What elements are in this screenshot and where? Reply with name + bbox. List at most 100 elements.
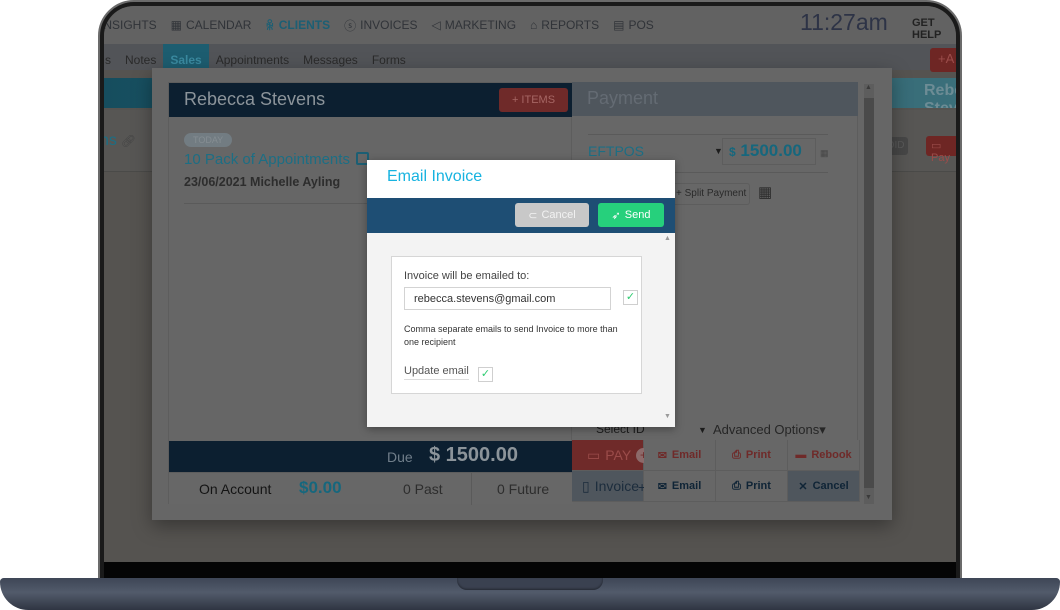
invoices-icon: ⓢ (344, 18, 357, 33)
send-label: Send (624, 209, 651, 221)
nav-label: CLIENTS (278, 18, 331, 32)
dropdown-caret-icon[interactable]: ▼ (698, 425, 707, 435)
nav-label: MARKETING (444, 18, 517, 32)
email-label: Email (671, 480, 702, 492)
pay-button[interactable]: ▭ PAY (572, 440, 644, 471)
future-count[interactable]: 0 Future (497, 481, 549, 497)
dialog-body: ▲ Invoice will be emailed to: ✓ Comma se… (367, 233, 675, 427)
nav-insights[interactable]: INSIGHTS (104, 18, 157, 32)
email-valid-checkbox[interactable]: ✓ (623, 290, 638, 305)
add-items-button[interactable]: + ITEMS (499, 88, 568, 112)
rebook-button[interactable]: ▬ Rebook (788, 440, 860, 471)
due-label: Due (387, 449, 413, 465)
payment-header: Payment (572, 82, 858, 116)
due-amount: $ 1500.00 (429, 444, 518, 466)
tab-sales[interactable]: Sales (163, 44, 209, 70)
tab-appointments[interactable]: Appointments (209, 44, 296, 70)
cancel-sale-button[interactable]: ✕ Cancel (788, 471, 860, 502)
pdf-icon: ▯ (582, 477, 590, 494)
on-account-value: $0.00 (299, 478, 342, 497)
email-label: Email (671, 449, 702, 461)
nav-label: POS (628, 18, 654, 32)
print-invoice-button[interactable]: ⎙ Print (716, 471, 788, 502)
currency-symbol: $ (729, 145, 736, 159)
payment-amount: 1500.00 (740, 141, 802, 160)
print-receipt-button[interactable]: ⎙ Print (716, 440, 788, 471)
calendar-icon[interactable]: ▦ (758, 183, 772, 201)
past-count[interactable]: 0 Past (403, 481, 443, 497)
scrollbar-thumb[interactable] (864, 98, 874, 488)
printer-icon: ⎙ (732, 479, 741, 492)
dialog-title: Email Invoice (387, 168, 483, 185)
scroll-up-icon[interactable]: ▲ (865, 84, 872, 91)
nav-label: INSIGHTS (104, 18, 157, 32)
sale-item-name: 10 Pack of Appointments (184, 151, 350, 168)
invoice-label: Invoice (594, 478, 640, 494)
rebook-label: Rebook (811, 449, 852, 461)
update-email-checkbox[interactable]: ✓ (478, 367, 493, 382)
account-row: On Account $0.00 0 Past 0 Future (169, 472, 573, 505)
calculator-icon[interactable]: ▦ (820, 148, 829, 159)
divider (588, 134, 828, 135)
clients-icon: ꆜ (265, 19, 275, 33)
appointments-link[interactable]: ns 🔗︎ (104, 132, 136, 150)
nav-calendar[interactable]: ▦ CALENDAR (171, 18, 252, 32)
send-button[interactable]: ➶ Send (598, 203, 664, 227)
cancel-button[interactable]: ⊂ Cancel (515, 203, 589, 227)
top-navigation: INSIGHTS ▦ CALENDAR ꆜ CLIENTS ⓢ INVOICES… (104, 6, 956, 44)
tab-messages[interactable]: Messages (296, 44, 365, 70)
update-email-label: Update email (404, 365, 469, 380)
split-payment-button[interactable]: + Split Payment (672, 183, 750, 205)
scroll-down-icon[interactable]: ▼ (865, 494, 872, 501)
pay-label: PAY (605, 447, 632, 463)
payment-amount-input[interactable]: $ 1500.00 (722, 138, 816, 165)
nav-pos[interactable]: ▤ POS (613, 18, 654, 32)
payment-method-select[interactable]: EFTPOS (588, 143, 644, 159)
due-bar: Due $ 1500.00 (169, 441, 573, 472)
megaphone-icon: ◁ (431, 18, 441, 32)
pay-badge[interactable]: ▭ Pay (926, 136, 956, 164)
scroll-up-icon[interactable]: ▲ (664, 235, 671, 242)
on-account-label: On Account (199, 481, 272, 497)
sale-item-title[interactable]: 10 Pack of Appointments (184, 151, 369, 168)
email-invoice-button[interactable]: ✉ Email (644, 471, 716, 502)
add-button[interactable]: +A (930, 48, 956, 72)
envelope-icon: ✉ (657, 449, 667, 462)
nav-clients[interactable]: ꆜ CLIENTS (265, 17, 330, 33)
help-text: Comma separate emails to send Invoice to… (404, 324, 618, 347)
envelope-icon: ✉ (657, 480, 667, 493)
sale-item-subtitle: 23/06/2021 Michelle Ayling (184, 175, 341, 189)
tab-partial[interactable]: s (104, 44, 118, 70)
paper-plane-icon: ➶ (611, 209, 621, 222)
sale-client-name: Rebecca Stevens (184, 89, 326, 109)
printer-icon: ⎙ (732, 448, 741, 461)
today-badge: TODAY (184, 133, 233, 147)
email-input[interactable] (404, 287, 611, 310)
tab-forms[interactable]: Forms (365, 44, 413, 70)
divider (471, 473, 472, 505)
nav-invoices[interactable]: ⓢ INVOICES (344, 17, 417, 34)
check-icon: ✓ (625, 291, 636, 303)
advanced-options-toggle[interactable]: Advanced Options▾ (713, 422, 826, 438)
card-icon: ▬ (795, 449, 807, 461)
get-help-link[interactable]: GET HELP (912, 17, 956, 41)
client-tabs: s Notes Sales Appointments Messages Form… (104, 44, 956, 70)
calendar-icon: ▦ (170, 18, 183, 32)
invoice-button[interactable]: ▯ Invoice (572, 471, 644, 502)
payment-title: Payment (587, 88, 659, 108)
nav-reports[interactable]: ⌂ REPORTS (530, 18, 599, 32)
app: INSIGHTS ▦ CALENDAR ꆜ CLIENTS ⓢ INVOICES… (104, 6, 956, 570)
laptop-notch (457, 578, 603, 590)
nav-marketing[interactable]: ◁ MARKETING (431, 18, 516, 32)
cancel-label: Cancel (812, 480, 849, 492)
print-label: Print (745, 449, 771, 461)
print-label: Print (745, 480, 771, 492)
tab-notes[interactable]: Notes (118, 44, 163, 70)
scroll-down-icon[interactable]: ▼ (664, 413, 671, 420)
link-text: ns (104, 132, 117, 149)
email-receipt-button[interactable]: ✉ Email (644, 440, 716, 471)
recipient-label: Invoice will be emailed to: (404, 270, 530, 282)
screen: INSIGHTS ▦ CALENDAR ꆜ CLIENTS ⓢ INVOICES… (104, 6, 956, 570)
link-icon: 🔗︎ (120, 134, 137, 148)
back-circle-icon: ⊂ (528, 209, 538, 222)
